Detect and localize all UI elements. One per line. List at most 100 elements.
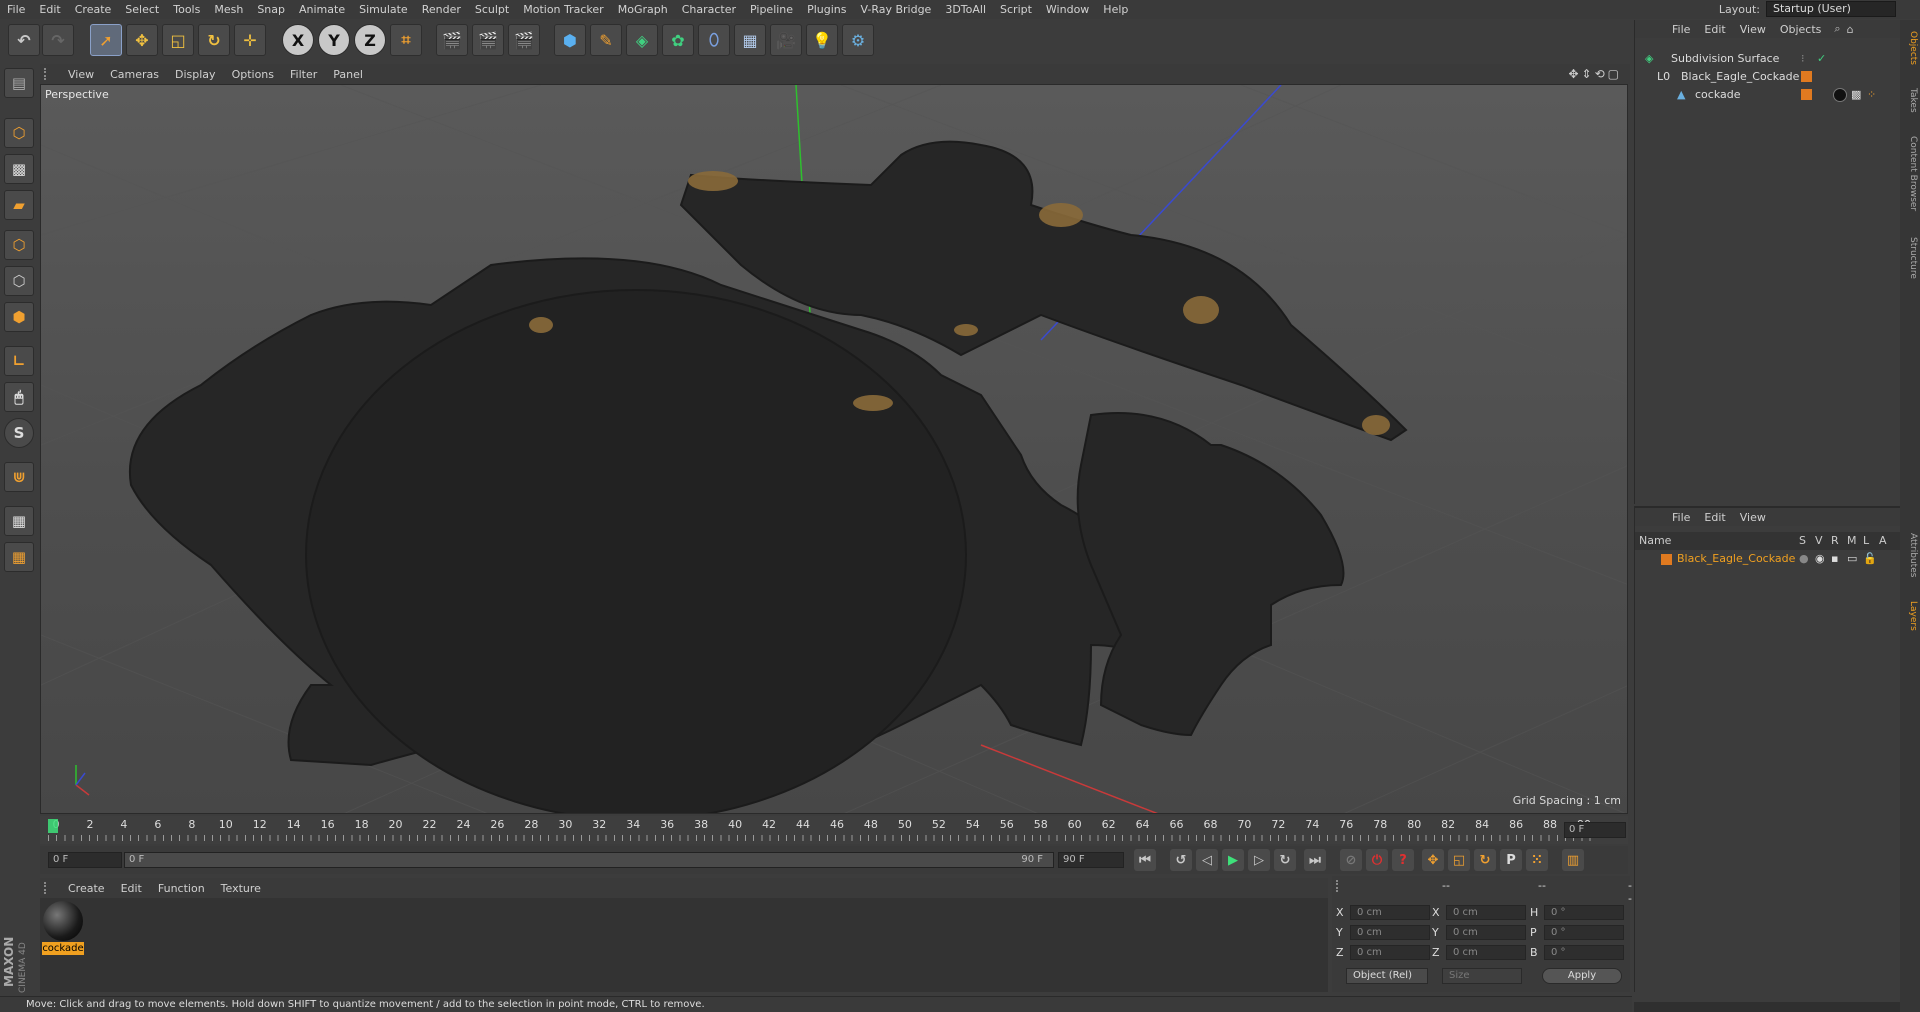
coordinate-system-icon[interactable]: ⌗ bbox=[390, 24, 422, 56]
key-parameter-icon[interactable]: P bbox=[1500, 849, 1522, 871]
goto-end-icon[interactable]: ⏭ bbox=[1304, 849, 1326, 871]
viewport-menu-view[interactable]: View bbox=[60, 68, 102, 81]
key-pla-icon[interactable]: ⁙ bbox=[1526, 849, 1548, 871]
undo-icon[interactable]: ↶ bbox=[8, 24, 40, 56]
menu-pipeline[interactable]: Pipeline bbox=[743, 0, 800, 19]
make-editable-icon[interactable]: ▤ bbox=[4, 68, 34, 98]
select-tool-icon[interactable]: ➚ bbox=[90, 24, 122, 56]
material-menu-create[interactable]: Create bbox=[60, 882, 113, 895]
model-mode-icon[interactable]: ⬡ bbox=[4, 118, 34, 148]
tab-objects[interactable]: Objects bbox=[1902, 24, 1918, 72]
pen-spline-icon[interactable]: ✎ bbox=[590, 24, 622, 56]
visibility-dots-icon[interactable]: ⁝ bbox=[1801, 50, 1805, 68]
scale-tool-icon[interactable]: ◱ bbox=[162, 24, 194, 56]
coordinate-mode-select[interactable]: Object (Rel) bbox=[1346, 968, 1428, 984]
viewport-perspective[interactable]: Perspective Grid Spacing : 1 cm bbox=[40, 84, 1628, 814]
end-frame-field[interactable]: 90 F bbox=[1058, 852, 1124, 868]
tab-content-browser[interactable]: Content Browser bbox=[1902, 124, 1918, 224]
next-keyframe-icon[interactable]: ↻ bbox=[1274, 849, 1296, 871]
cloner-icon[interactable]: ✿ bbox=[662, 24, 694, 56]
key-scale-icon[interactable]: ◱ bbox=[1448, 849, 1470, 871]
manager-toggle-icon[interactable]: ▭ bbox=[1847, 550, 1857, 568]
tab-layers[interactable]: Layers bbox=[1902, 594, 1918, 638]
object-row-cockade[interactable]: ▲ cockade ▩ ⁘ bbox=[1635, 86, 1901, 104]
layer-menu-edit[interactable]: Edit bbox=[1697, 511, 1732, 524]
cube-primitive-icon[interactable]: ⬢ bbox=[554, 24, 586, 56]
pos-z-field[interactable]: 0 cm bbox=[1350, 945, 1430, 960]
apply-button[interactable]: Apply bbox=[1542, 968, 1622, 984]
move-tool-icon[interactable]: ✥ bbox=[126, 24, 158, 56]
menu-plugins[interactable]: Plugins bbox=[800, 0, 853, 19]
menu-3dtoall[interactable]: 3DToAll bbox=[938, 0, 993, 19]
key-position-icon[interactable]: ✥ bbox=[1422, 849, 1444, 871]
menu-mograph[interactable]: MoGraph bbox=[611, 0, 675, 19]
deformer-icon[interactable]: ⬯ bbox=[698, 24, 730, 56]
viewport-menu-panel[interactable]: Panel bbox=[325, 68, 371, 81]
edges-mode-icon[interactable]: ⬡ bbox=[4, 266, 34, 296]
next-frame-icon[interactable]: ▷ bbox=[1248, 849, 1270, 871]
pos-x-field[interactable]: 0 cm bbox=[1350, 905, 1430, 920]
viewport-menu-options[interactable]: Options bbox=[224, 68, 282, 81]
axis-mode-icon[interactable]: ∟ bbox=[4, 346, 34, 376]
layer-name[interactable]: Black_Eagle_Cockade bbox=[1677, 550, 1795, 568]
object-row-black-eagle-cockade[interactable]: L0 Black_Eagle_Cockade bbox=[1635, 68, 1901, 86]
material-swatch[interactable]: cockade bbox=[42, 900, 84, 958]
timeline-ruler[interactable]: 0246810121416182022242628303234363840424… bbox=[40, 816, 1628, 844]
search-icon[interactable]: ⌕ bbox=[1834, 22, 1840, 36]
enabled-check-icon[interactable]: ✓ bbox=[1817, 50, 1826, 68]
menu-v-ray-bridge[interactable]: V-Ray Bridge bbox=[853, 0, 938, 19]
rotate-tool-icon[interactable]: ↻ bbox=[198, 24, 230, 56]
transform-tool-icon[interactable]: ✛ bbox=[234, 24, 266, 56]
menu-tools[interactable]: Tools bbox=[166, 0, 207, 19]
size-y-field[interactable]: 0 cm bbox=[1446, 925, 1526, 940]
layer-row[interactable]: Black_Eagle_Cockade ● ◉ ▪ ▭ 🔓 bbox=[1635, 550, 1901, 568]
goto-start-icon[interactable]: ⏮ bbox=[1134, 849, 1156, 871]
viewport-menu-display[interactable]: Display bbox=[167, 68, 224, 81]
home-icon[interactable]: ⌂ bbox=[1847, 23, 1854, 36]
menu-snap[interactable]: Snap bbox=[250, 0, 292, 19]
current-frame-field[interactable]: 0 F bbox=[48, 852, 122, 868]
points-mode-icon[interactable]: ⬡ bbox=[4, 230, 34, 260]
layer-color-swatch[interactable] bbox=[1801, 71, 1812, 82]
layer-color-swatch[interactable] bbox=[1661, 554, 1672, 565]
menu-file[interactable]: File bbox=[0, 0, 32, 19]
render-toggle-icon[interactable]: ▪ bbox=[1831, 550, 1838, 568]
menu-edit[interactable]: Edit bbox=[32, 0, 67, 19]
layer-color-swatch[interactable] bbox=[1801, 89, 1812, 100]
viewport-nav-icons[interactable]: ✥⇕⟲▢ bbox=[1568, 67, 1622, 81]
view-toggle-icon[interactable]: ◉ bbox=[1815, 550, 1825, 568]
tab-takes[interactable]: Takes bbox=[1902, 80, 1918, 120]
menu-mesh[interactable]: Mesh bbox=[207, 0, 250, 19]
menu-help[interactable]: Help bbox=[1096, 0, 1135, 19]
layer-scrollbar[interactable] bbox=[1634, 1002, 1900, 1012]
object-menu-edit[interactable]: Edit bbox=[1697, 23, 1732, 36]
material-tag-icon[interactable] bbox=[1833, 88, 1847, 102]
record-keys-icon[interactable]: ⊘ bbox=[1340, 849, 1362, 871]
camera-icon[interactable]: 🎥 bbox=[770, 24, 802, 56]
playhead[interactable] bbox=[48, 819, 58, 833]
z-axis-button[interactable]: Z bbox=[354, 24, 386, 56]
polygons-mode-icon[interactable]: ⬢ bbox=[4, 302, 34, 332]
object-menu-view[interactable]: View bbox=[1733, 23, 1773, 36]
menu-simulate[interactable]: Simulate bbox=[352, 0, 415, 19]
menu-render[interactable]: Render bbox=[415, 0, 468, 19]
magnet-icon[interactable]: ⋓ bbox=[4, 462, 34, 492]
size-z-field[interactable]: 0 cm bbox=[1446, 945, 1526, 960]
python-icon[interactable]: ⚙ bbox=[842, 24, 874, 56]
render-picture-viewer-icon[interactable]: 🎬 bbox=[472, 24, 504, 56]
layer-menu-view[interactable]: View bbox=[1733, 511, 1773, 524]
menu-script[interactable]: Script bbox=[993, 0, 1039, 19]
tab-attributes[interactable]: Attributes bbox=[1902, 520, 1918, 590]
uvw-tag-icon[interactable]: ▩ bbox=[1851, 86, 1861, 104]
autokey-icon[interactable]: ⏻ bbox=[1366, 849, 1388, 871]
render-view-icon[interactable]: 🎬 bbox=[436, 24, 468, 56]
pos-y-field[interactable]: 0 cm bbox=[1350, 925, 1430, 940]
prev-frame-icon[interactable]: ◁ bbox=[1196, 849, 1218, 871]
x-axis-button[interactable]: X bbox=[282, 24, 314, 56]
lock-toggle-icon[interactable]: 🔓 bbox=[1863, 550, 1877, 568]
lock-workplane-icon[interactable]: ▦ bbox=[4, 506, 34, 536]
current-frame-display[interactable]: 0 F bbox=[1564, 822, 1626, 838]
viewport-menu-filter[interactable]: Filter bbox=[282, 68, 325, 81]
tweak-mode-icon[interactable]: 🖱 bbox=[4, 382, 34, 412]
keyframe-selection-icon[interactable]: ? bbox=[1392, 849, 1414, 871]
